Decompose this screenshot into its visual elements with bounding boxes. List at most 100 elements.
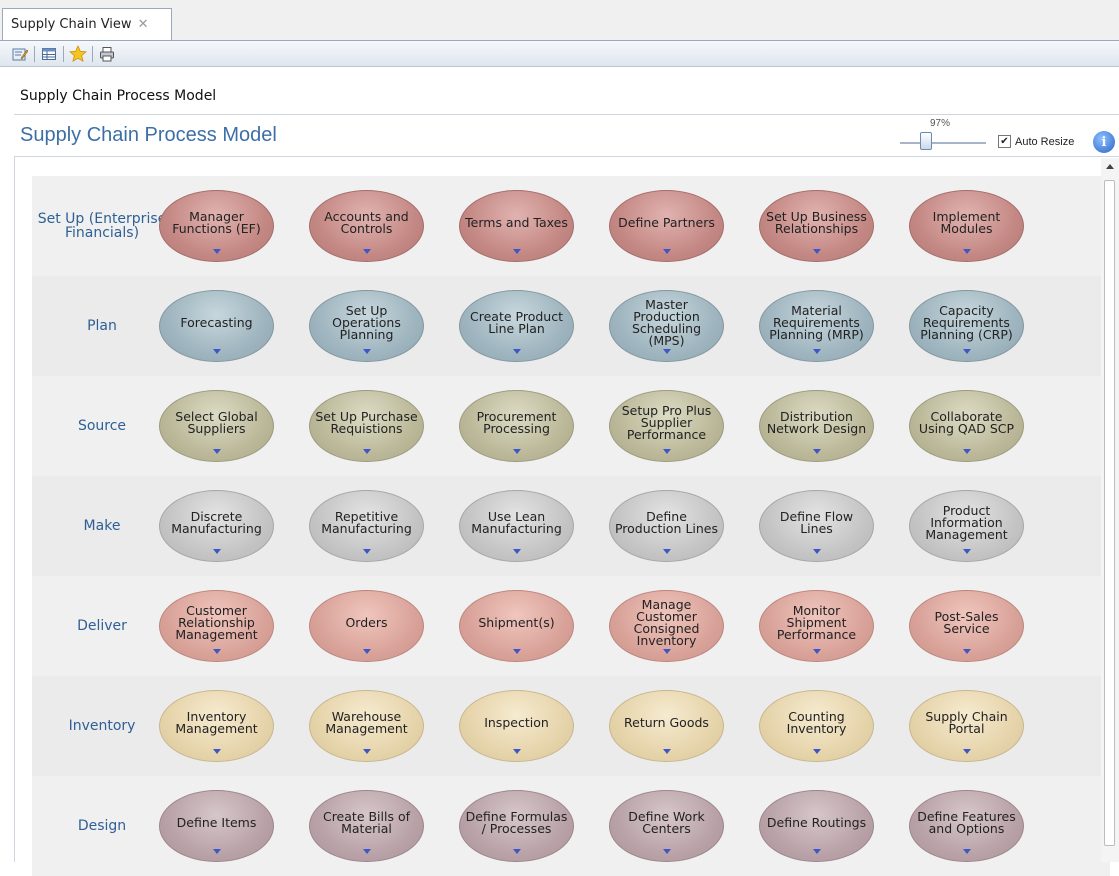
dropdown-arrow-icon[interactable] xyxy=(962,849,971,854)
dropdown-arrow-icon[interactable] xyxy=(812,349,821,354)
process-node[interactable]: Accounts and Controls xyxy=(309,190,424,262)
auto-resize-toggle[interactable]: ✔ Auto Resize xyxy=(998,135,1074,148)
dropdown-arrow-icon[interactable] xyxy=(962,749,971,754)
process-node[interactable]: Inventory Management xyxy=(159,690,274,762)
process-node[interactable]: Implement Modules xyxy=(909,190,1024,262)
dropdown-arrow-icon[interactable] xyxy=(662,549,671,554)
dropdown-arrow-icon[interactable] xyxy=(362,749,371,754)
process-node[interactable]: Create Bills of Material xyxy=(309,790,424,862)
dropdown-arrow-icon[interactable] xyxy=(962,449,971,454)
close-icon[interactable]: ✕ xyxy=(138,17,149,32)
process-node[interactable]: Capacity Requirements Planning (CRP) xyxy=(909,290,1024,362)
dropdown-arrow-icon[interactable] xyxy=(212,249,221,254)
process-node[interactable]: Counting Inventory xyxy=(759,690,874,762)
zoom-track[interactable] xyxy=(900,142,986,144)
process-node[interactable]: Define Routings xyxy=(759,790,874,862)
dropdown-arrow-icon[interactable] xyxy=(512,649,521,654)
dropdown-arrow-icon[interactable] xyxy=(812,449,821,454)
dropdown-arrow-icon[interactable] xyxy=(662,349,671,354)
process-node[interactable]: Product Information Management xyxy=(909,490,1024,562)
process-node[interactable]: Select Global Suppliers xyxy=(159,390,274,462)
dropdown-arrow-icon[interactable] xyxy=(362,349,371,354)
process-node[interactable]: Manager Functions (EF) xyxy=(159,190,274,262)
scroll-up-arrow-icon[interactable] xyxy=(1106,164,1114,169)
dropdown-arrow-icon[interactable] xyxy=(812,849,821,854)
tab-supply-chain-view[interactable]: Supply Chain View ✕ xyxy=(2,8,172,40)
process-node[interactable]: Define Features and Options xyxy=(909,790,1024,862)
dropdown-arrow-icon[interactable] xyxy=(512,249,521,254)
edit-icon[interactable] xyxy=(10,44,30,64)
process-node[interactable]: Terms and Taxes xyxy=(459,190,574,262)
dropdown-arrow-icon[interactable] xyxy=(362,849,371,854)
dropdown-arrow-icon[interactable] xyxy=(362,649,371,654)
process-node[interactable]: Post-Sales Service xyxy=(909,590,1024,662)
process-node[interactable]: Set Up Purchase Requistions xyxy=(309,390,424,462)
dropdown-arrow-icon[interactable] xyxy=(212,349,221,354)
dropdown-arrow-icon[interactable] xyxy=(812,649,821,654)
process-node[interactable]: Supply Chain Portal xyxy=(909,690,1024,762)
process-node[interactable]: Repetitive Manufacturing xyxy=(309,490,424,562)
process-node[interactable]: Define Partners xyxy=(609,190,724,262)
process-node[interactable]: Use Lean Manufacturing xyxy=(459,490,574,562)
dropdown-arrow-icon[interactable] xyxy=(662,249,671,254)
process-node[interactable]: Distribution Network Design xyxy=(759,390,874,462)
process-node[interactable]: Material Requirements Planning (MRP) xyxy=(759,290,874,362)
dropdown-arrow-icon[interactable] xyxy=(812,249,821,254)
dropdown-arrow-icon[interactable] xyxy=(662,449,671,454)
dropdown-arrow-icon[interactable] xyxy=(512,549,521,554)
process-node[interactable]: Define Work Centers xyxy=(609,790,724,862)
zoom-thumb[interactable] xyxy=(920,132,932,150)
dropdown-arrow-icon[interactable] xyxy=(212,749,221,754)
dropdown-arrow-icon[interactable] xyxy=(212,549,221,554)
process-node[interactable]: Set Up Operations Planning xyxy=(309,290,424,362)
dropdown-arrow-icon[interactable] xyxy=(362,249,371,254)
process-node[interactable]: Collaborate Using QAD SCP xyxy=(909,390,1024,462)
dropdown-arrow-icon[interactable] xyxy=(512,449,521,454)
favorite-star-icon[interactable] xyxy=(68,44,88,64)
vertical-scrollbar[interactable] xyxy=(1101,158,1119,862)
process-node[interactable]: Return Goods xyxy=(609,690,724,762)
process-node[interactable]: Define Production Lines xyxy=(609,490,724,562)
dropdown-arrow-icon[interactable] xyxy=(362,449,371,454)
dropdown-arrow-icon[interactable] xyxy=(812,549,821,554)
process-node[interactable]: Monitor Shipment Performance xyxy=(759,590,874,662)
dropdown-arrow-icon[interactable] xyxy=(512,749,521,754)
scroll-thumb[interactable] xyxy=(1104,180,1115,846)
dropdown-arrow-icon[interactable] xyxy=(962,349,971,354)
process-node[interactable]: Customer Relationship Management xyxy=(159,590,274,662)
auto-resize-checkbox[interactable]: ✔ xyxy=(998,135,1011,148)
process-node[interactable]: Manage Customer Consigned Inventory xyxy=(609,590,724,662)
process-node[interactable]: Warehouse Management xyxy=(309,690,424,762)
info-icon[interactable]: i xyxy=(1093,131,1115,153)
process-node[interactable]: Master Production Scheduling (MPS) xyxy=(609,290,724,362)
grid-icon[interactable] xyxy=(39,44,59,64)
dropdown-arrow-icon[interactable] xyxy=(962,249,971,254)
process-node[interactable]: Setup Pro Plus Supplier Performance xyxy=(609,390,724,462)
process-node-label: Product Information Management xyxy=(925,503,1008,542)
process-node[interactable]: Create Product Line Plan xyxy=(459,290,574,362)
dropdown-arrow-icon[interactable] xyxy=(812,749,821,754)
dropdown-arrow-icon[interactable] xyxy=(662,849,671,854)
process-node[interactable]: Procurement Processing xyxy=(459,390,574,462)
process-node[interactable]: Inspection xyxy=(459,690,574,762)
process-node[interactable]: Shipment(s) xyxy=(459,590,574,662)
process-node[interactable]: Orders xyxy=(309,590,424,662)
zoom-slider[interactable]: 97% xyxy=(900,118,990,154)
dropdown-arrow-icon[interactable] xyxy=(362,549,371,554)
dropdown-arrow-icon[interactable] xyxy=(512,349,521,354)
dropdown-arrow-icon[interactable] xyxy=(962,649,971,654)
print-icon[interactable] xyxy=(97,44,117,64)
dropdown-arrow-icon[interactable] xyxy=(212,449,221,454)
dropdown-arrow-icon[interactable] xyxy=(212,849,221,854)
dropdown-arrow-icon[interactable] xyxy=(662,649,671,654)
dropdown-arrow-icon[interactable] xyxy=(962,549,971,554)
dropdown-arrow-icon[interactable] xyxy=(212,649,221,654)
process-node[interactable]: Discrete Manufacturing xyxy=(159,490,274,562)
process-node[interactable]: Define Flow Lines xyxy=(759,490,874,562)
process-node[interactable]: Forecasting xyxy=(159,290,274,362)
process-node[interactable]: Set Up Business Relationships xyxy=(759,190,874,262)
process-node[interactable]: Define Items xyxy=(159,790,274,862)
process-node[interactable]: Define Formulas / Processes xyxy=(459,790,574,862)
dropdown-arrow-icon[interactable] xyxy=(662,749,671,754)
dropdown-arrow-icon[interactable] xyxy=(512,849,521,854)
